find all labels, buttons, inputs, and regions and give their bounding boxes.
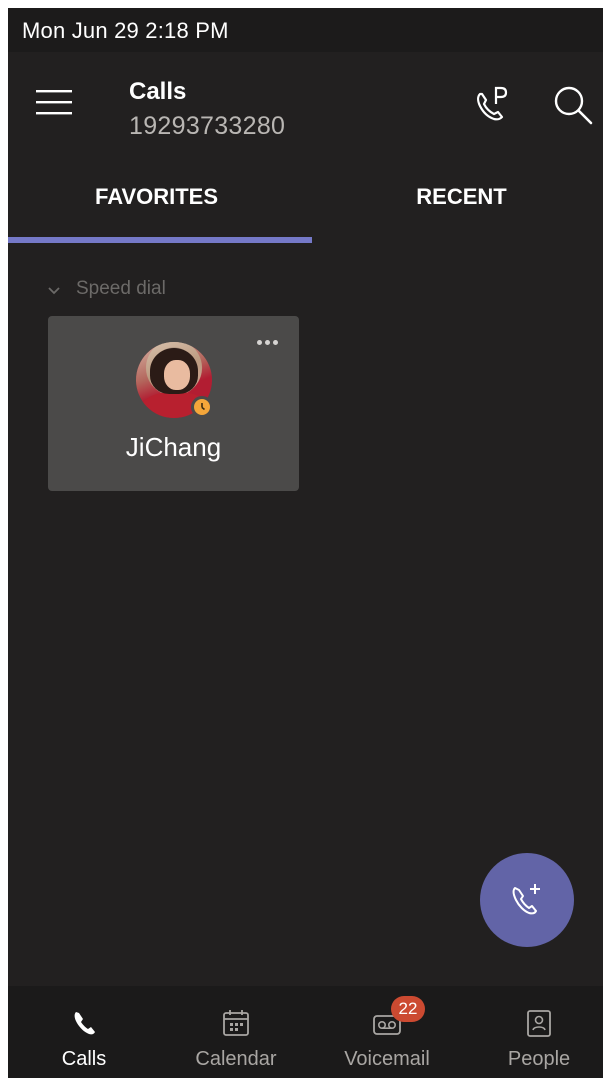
hamburger-icon[interactable] (34, 82, 74, 122)
more-options-icon[interactable] (257, 332, 285, 346)
phone-icon (69, 1008, 99, 1038)
nav-calendar[interactable]: Calendar (162, 986, 310, 1078)
voicemail-count-badge: 22 (391, 996, 425, 1022)
dial-pad-call-button[interactable] (480, 853, 574, 947)
speed-dial-label: Speed dial (76, 278, 166, 299)
active-tab-indicator (8, 237, 312, 243)
dial-pad-call-icon (512, 884, 540, 915)
phone-screen: Mon Jun 29 2:18 PM Calls 19293733280 FAV… (8, 8, 603, 1078)
contacts-icon (524, 1008, 554, 1038)
tab-favorites[interactable]: FAVORITES (8, 168, 305, 238)
nav-voicemail[interactable]: 22 Voicemail (313, 986, 461, 1078)
phone-number: 19293733280 (129, 112, 286, 140)
nav-calls[interactable]: Calls (10, 986, 158, 1078)
status-bar: Mon Jun 29 2:18 PM (8, 8, 603, 52)
nav-calendar-label: Calendar (195, 1048, 277, 1070)
app-bar: Calls 19293733280 (8, 52, 603, 162)
nav-voicemail-label: Voicemail (344, 1048, 430, 1070)
nav-calls-label: Calls (61, 1048, 107, 1070)
speed-dial-section-header[interactable]: Speed dial (44, 278, 166, 300)
tab-recent[interactable]: RECENT (313, 168, 603, 238)
calendar-icon (221, 1008, 251, 1038)
page-title: Calls (129, 78, 187, 105)
nav-people[interactable]: People (465, 986, 603, 1078)
tab-bar: FAVORITES RECENT (8, 168, 603, 244)
chevron-down-icon (44, 282, 64, 296)
bottom-navigation: Calls Calendar 22 Voicemail People (8, 986, 603, 1078)
speed-dial-contact-tile[interactable]: JiChang (48, 316, 299, 491)
away-presence-icon (191, 396, 213, 418)
status-time: Mon Jun 29 2:18 PM (22, 18, 229, 43)
call-park-icon[interactable] (470, 82, 516, 128)
search-icon[interactable] (552, 84, 594, 126)
nav-people-label: People (507, 1048, 571, 1070)
contact-name: JiChang (125, 432, 222, 462)
